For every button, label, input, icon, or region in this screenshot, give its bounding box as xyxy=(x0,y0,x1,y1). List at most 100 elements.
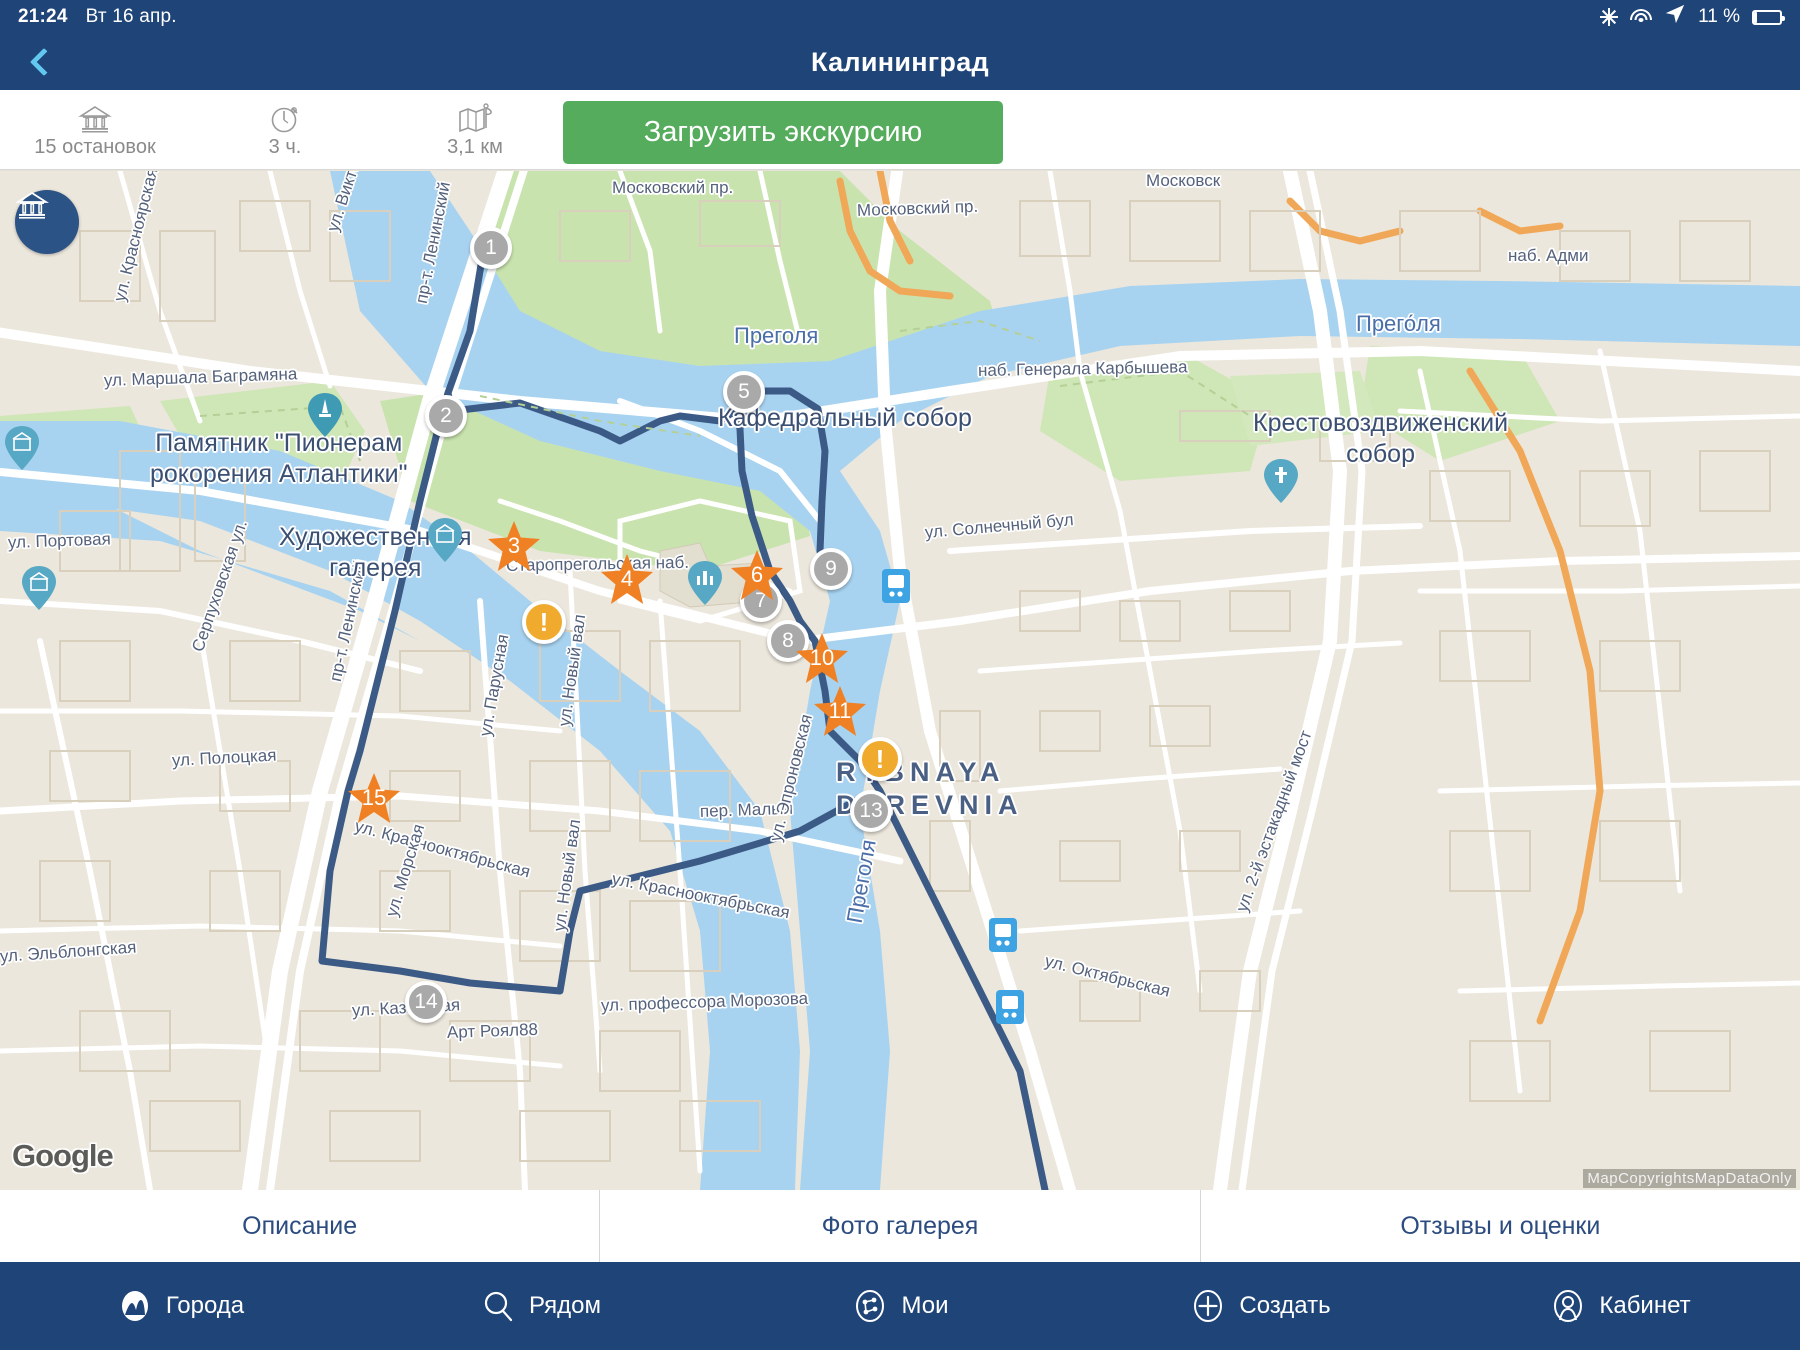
nav-item-my[interactable]: Мои xyxy=(720,1287,1080,1325)
map-canvas[interactable]: ул. Красноярскаяул. Виктора Гюгоул. Марш… xyxy=(0,171,1800,1190)
battery-icon xyxy=(1752,9,1785,25)
tab-reviews[interactable]: Отзывы и оценки xyxy=(1201,1190,1800,1262)
map-stop-number: 2 xyxy=(440,404,452,427)
map-stop-circle-marker[interactable]: 14 xyxy=(405,981,447,1023)
cathedral-pin-icon[interactable] xyxy=(688,561,722,605)
tab-photo-gallery[interactable]: Фото галерея xyxy=(600,1190,1201,1262)
bottom-navigation: Города Рядом Мои Создать Кабинет xyxy=(0,1262,1800,1350)
map-museum-button[interactable] xyxy=(15,190,79,254)
content-tabs: Описание Фото галерея Отзывы и оценки xyxy=(0,1190,1800,1262)
map-stop-star-marker[interactable]: 3 xyxy=(488,521,540,571)
map-street-label: Московский пр. xyxy=(612,178,734,197)
map-stop-star-marker[interactable]: 11 xyxy=(814,686,866,736)
map-street-label: Арт Роял88 xyxy=(446,1019,539,1042)
map-attribution: MapCopyrightsMapDataOnly xyxy=(1583,1169,1796,1188)
tab-description-label: Описание xyxy=(242,1211,358,1240)
map-stop-circle-marker[interactable]: 2 xyxy=(425,395,467,437)
nav-item-nearby-label: Рядом xyxy=(528,1292,602,1319)
transit-pin-icon[interactable] xyxy=(879,567,913,611)
map-stop-number: 6 xyxy=(750,562,764,587)
museum-pin-icon[interactable] xyxy=(22,566,56,610)
status-bar-left: 21:24 Вт 16 апр. xyxy=(18,6,177,28)
status-bar: 21:24 Вт 16 апр. 11 % xyxy=(0,0,1800,34)
status-bar-right: 11 % xyxy=(1600,3,1785,31)
map-place-label: Памятник "Пионерам pокорения Атлантики" xyxy=(150,429,408,488)
download-excursion-button[interactable]: Загрузить экскурсию xyxy=(563,101,1003,164)
map-stop-circle-marker[interactable]: 5 xyxy=(723,371,765,413)
info-item-duration: 3 ч. xyxy=(190,100,380,159)
map-warning-marker[interactable]: ! xyxy=(858,737,902,781)
museum-icon xyxy=(78,100,112,134)
museum-pin-icon[interactable] xyxy=(428,518,462,562)
map-stop-number: 1 xyxy=(485,236,497,259)
tab-description[interactable]: Описание xyxy=(0,1190,601,1262)
nav-item-cities[interactable]: Города xyxy=(0,1287,360,1325)
map-warning-marker[interactable]: ! xyxy=(522,600,566,644)
map-street-label: наб. Адми xyxy=(1508,246,1589,265)
map-water-label: Прего́ля xyxy=(1356,311,1441,336)
tab-reviews-label: Отзывы и оценки xyxy=(1400,1211,1601,1240)
map-stop-number: 11 xyxy=(828,698,852,723)
duration-label: 3 ч. xyxy=(268,136,302,158)
navigation-bar: Калининград xyxy=(0,34,1800,90)
nav-item-profile-label: Кабинет xyxy=(1599,1292,1691,1319)
map-street-label: Московск xyxy=(1146,171,1221,190)
app-root: 21:24 Вт 16 апр. 11 % Калининград 15 ост… xyxy=(0,0,1800,1350)
nav-item-profile[interactable]: Кабинет xyxy=(1440,1287,1800,1325)
distance-label: 3,1 км xyxy=(447,136,503,158)
status-date: Вт 16 апр. xyxy=(85,6,177,27)
info-item-distance: 3,1 км xyxy=(380,100,570,159)
sync-icon xyxy=(1600,8,1618,26)
wifi-icon xyxy=(1630,9,1653,25)
info-item-stops: 15 остановок xyxy=(0,100,190,159)
map-street-label: наб. Генерала Карбышева xyxy=(977,357,1188,380)
chevron-left-icon xyxy=(29,47,59,77)
map-basemap xyxy=(0,171,1800,1190)
nav-item-nearby[interactable]: Рядом xyxy=(360,1287,720,1325)
transit-pin-icon[interactable] xyxy=(986,916,1020,960)
profile-icon xyxy=(1549,1287,1587,1325)
monument-pin-icon[interactable] xyxy=(308,393,342,437)
tab-photo-gallery-label: Фото галерея xyxy=(821,1211,979,1240)
church-pin-icon[interactable] xyxy=(1264,459,1298,503)
map-stop-number: 3 xyxy=(507,533,521,558)
routes-icon xyxy=(851,1287,889,1325)
status-time: 21:24 xyxy=(18,6,68,27)
map-stop-star-marker[interactable]: 15 xyxy=(348,773,400,823)
plus-icon xyxy=(1189,1287,1227,1325)
map-stop-number: 13 xyxy=(859,799,883,822)
map-stop-number: 14 xyxy=(414,990,438,1013)
nav-item-create-label: Создать xyxy=(1239,1292,1331,1319)
museum-pin-icon[interactable] xyxy=(5,426,39,470)
map-stop-number: 4 xyxy=(620,566,634,591)
stops-count-label: 15 остановок xyxy=(34,136,156,158)
map-flag-icon xyxy=(457,100,493,134)
cities-icon xyxy=(116,1287,154,1325)
map-stop-number: 5 xyxy=(738,380,750,403)
map-water-label: Преголя xyxy=(734,323,819,348)
nav-item-cities-label: Города xyxy=(165,1292,245,1319)
map-stop-number: 15 xyxy=(361,785,387,810)
map-stop-star-marker[interactable]: 6 xyxy=(731,550,783,600)
map-stop-star-marker[interactable]: 4 xyxy=(601,554,653,604)
map-stop-circle-marker[interactable]: 9 xyxy=(810,548,852,590)
map-stop-number: 10 xyxy=(809,645,835,670)
map-stop-number: 8 xyxy=(782,629,794,652)
stopwatch-icon xyxy=(269,100,301,134)
map-stop-circle-marker[interactable]: 1 xyxy=(470,227,512,269)
map-stop-star-marker[interactable]: 10 xyxy=(796,633,848,683)
location-arrow-icon xyxy=(1664,3,1686,31)
map-stop-circle-marker[interactable]: 13 xyxy=(850,790,892,832)
google-logo: Google xyxy=(12,1138,114,1173)
search-icon xyxy=(479,1287,517,1325)
map-street-label: ул. Портовая xyxy=(7,529,112,552)
page-title: Калининград xyxy=(811,46,989,77)
nav-item-my-label: Мои xyxy=(901,1292,949,1319)
nav-item-create[interactable]: Создать xyxy=(1080,1287,1440,1325)
back-button[interactable] xyxy=(16,34,72,90)
battery-percent: 11 % xyxy=(1698,6,1740,27)
transit-pin-icon[interactable] xyxy=(993,988,1027,1032)
download-excursion-label: Загрузить экскурсию xyxy=(643,116,923,148)
map-street-label: Московский пр. xyxy=(856,196,979,220)
map-stop-number: 9 xyxy=(825,557,837,580)
